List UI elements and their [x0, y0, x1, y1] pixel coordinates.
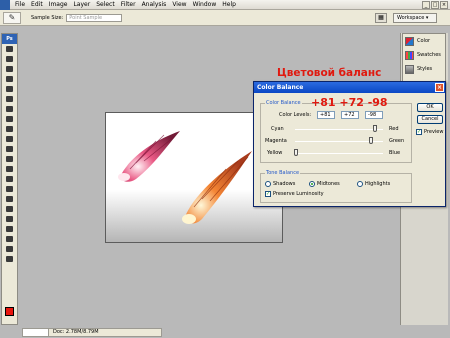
dialog-titlebar[interactable]: Color Balance ×	[254, 82, 445, 93]
panel-swatches-label: Swatches	[417, 52, 441, 58]
notes-tool-icon[interactable]	[2, 224, 17, 234]
zoom-tool-icon[interactable]	[2, 254, 17, 264]
ok-button[interactable]: OK	[417, 103, 443, 112]
styles-icon	[405, 64, 414, 74]
tone-balance-group: Tone Balance Shadows Midtones Highlights…	[260, 170, 412, 203]
cyan-red-slider[interactable]	[372, 125, 377, 132]
clone-stamp-tool-icon[interactable]	[2, 124, 17, 134]
hand-tool-icon[interactable]	[2, 244, 17, 254]
pink-feather	[118, 131, 180, 182]
close-window-button[interactable]: ×	[440, 1, 448, 9]
menu-select[interactable]: Select	[93, 0, 118, 10]
eraser-tool-icon[interactable]	[2, 144, 17, 154]
color-icon	[405, 36, 414, 46]
dodge-tool-icon[interactable]	[2, 174, 17, 184]
eyedropper-icon[interactable]: ✎	[3, 11, 21, 24]
slider-cyan-label: Cyan	[271, 126, 284, 132]
slider-magenta-label: Magenta	[265, 138, 287, 144]
panel-color-label: Color	[417, 38, 431, 44]
foreground-color-swatch[interactable]	[5, 307, 14, 316]
blur-tool-icon[interactable]	[2, 164, 17, 174]
sample-size-select[interactable]: Point Sample	[66, 13, 123, 22]
color-balance-group-title: Color Balance	[265, 100, 302, 106]
brush-tool-icon[interactable]	[2, 114, 17, 124]
close-icon[interactable]: ×	[435, 83, 444, 92]
highlights-radio[interactable]	[357, 181, 363, 187]
cancel-button[interactable]: Cancel	[417, 115, 443, 124]
magenta-green-level-input[interactable]: +72	[341, 111, 359, 119]
window-controls: _ □ ×	[422, 1, 448, 9]
menu-layer[interactable]: Layer	[70, 0, 93, 10]
pen-tool-icon[interactable]	[2, 184, 17, 194]
marquee-tool-icon[interactable]	[2, 54, 17, 64]
preview-label: Preview	[424, 129, 444, 135]
status-bar: Doc: 2.78M/8.79M	[22, 328, 162, 337]
zoom-field[interactable]	[23, 329, 49, 336]
panel-styles[interactable]: Styles	[403, 62, 445, 76]
menu-analysis[interactable]: Analysis	[139, 0, 170, 10]
crop-tool-icon[interactable]	[2, 84, 17, 94]
menu-view[interactable]: View	[169, 0, 189, 10]
document-info[interactable]: Doc: 2.78M/8.79M	[49, 329, 99, 336]
eyedropper-tool-icon[interactable]	[2, 234, 17, 244]
shape-tool-icon[interactable]	[2, 214, 17, 224]
menu-edit[interactable]: Edit	[28, 0, 46, 10]
color-balance-group: Color Balance Color Levels: +81 +72 -98 …	[260, 100, 412, 163]
slice-tool-icon[interactable]	[2, 94, 17, 104]
gradient-tool-icon[interactable]	[2, 154, 17, 164]
tone-balance-group-title: Tone Balance	[265, 170, 301, 176]
menu-window[interactable]: Window	[190, 0, 220, 10]
move-tool-icon[interactable]	[2, 44, 17, 54]
slider-red-label: Red	[389, 126, 399, 132]
shadows-radio[interactable]	[265, 181, 271, 187]
healing-tool-icon[interactable]	[2, 104, 17, 114]
menu-help[interactable]: Help	[219, 0, 239, 10]
workspace-button[interactable]: Workspace ▾	[393, 13, 437, 23]
sample-size-label: Sample Size:	[31, 14, 64, 21]
midtones-label: Midtones	[317, 181, 340, 187]
swatches-icon	[405, 50, 414, 60]
minimize-button[interactable]: _	[422, 1, 430, 9]
yellow-blue-track	[295, 153, 383, 154]
orange-feather	[182, 151, 252, 224]
palette-well-icon[interactable]: ▦	[375, 13, 387, 23]
history-brush-tool-icon[interactable]	[2, 134, 17, 144]
slider-green-label: Green	[389, 138, 405, 144]
quick-select-tool-icon[interactable]	[2, 74, 17, 84]
midtones-radio[interactable]	[309, 181, 315, 187]
color-levels-label: Color Levels:	[279, 112, 312, 118]
preserve-luminosity-label: Preserve Luminosity	[273, 191, 324, 197]
toolbox-header: Ps	[2, 34, 17, 44]
highlights-label: Highlights	[365, 181, 391, 187]
menu-filter[interactable]: Filter	[118, 0, 139, 10]
photoshop-logo-icon	[0, 0, 10, 10]
yellow-blue-slider[interactable]	[293, 149, 298, 156]
type-tool-icon[interactable]	[2, 194, 17, 204]
lasso-tool-icon[interactable]	[2, 64, 17, 74]
shadows-label: Shadows	[273, 181, 296, 187]
panel-dock: Color Swatches Styles	[402, 33, 446, 85]
menu-image[interactable]: Image	[46, 0, 71, 10]
toolbox: Ps	[1, 33, 18, 325]
slider-yellow-label: Yellow	[267, 150, 283, 156]
slider-blue-label: Blue	[389, 150, 401, 156]
restore-button[interactable]: □	[431, 1, 439, 9]
preserve-luminosity-checkbox[interactable]: ✓	[265, 191, 271, 197]
cyan-red-track	[295, 129, 383, 130]
magenta-green-slider[interactable]	[368, 137, 373, 144]
preview-checkbox[interactable]: ✓	[416, 129, 422, 135]
menu-bar: File Edit Image Layer Select Filter Anal…	[0, 0, 450, 10]
panel-swatches[interactable]: Swatches	[403, 48, 445, 62]
panel-styles-label: Styles	[417, 66, 433, 72]
annotation-values: +81 +72 -98	[311, 96, 388, 109]
cyan-red-level-input[interactable]: +81	[317, 111, 335, 119]
menu-file[interactable]: File	[12, 0, 28, 10]
yellow-blue-level-input[interactable]: -98	[365, 111, 383, 119]
panel-color[interactable]: Color	[403, 34, 445, 48]
annotation-title: Цветовой баланс	[277, 67, 382, 79]
path-select-tool-icon[interactable]	[2, 204, 17, 214]
dialog-title: Color Balance	[257, 84, 304, 91]
